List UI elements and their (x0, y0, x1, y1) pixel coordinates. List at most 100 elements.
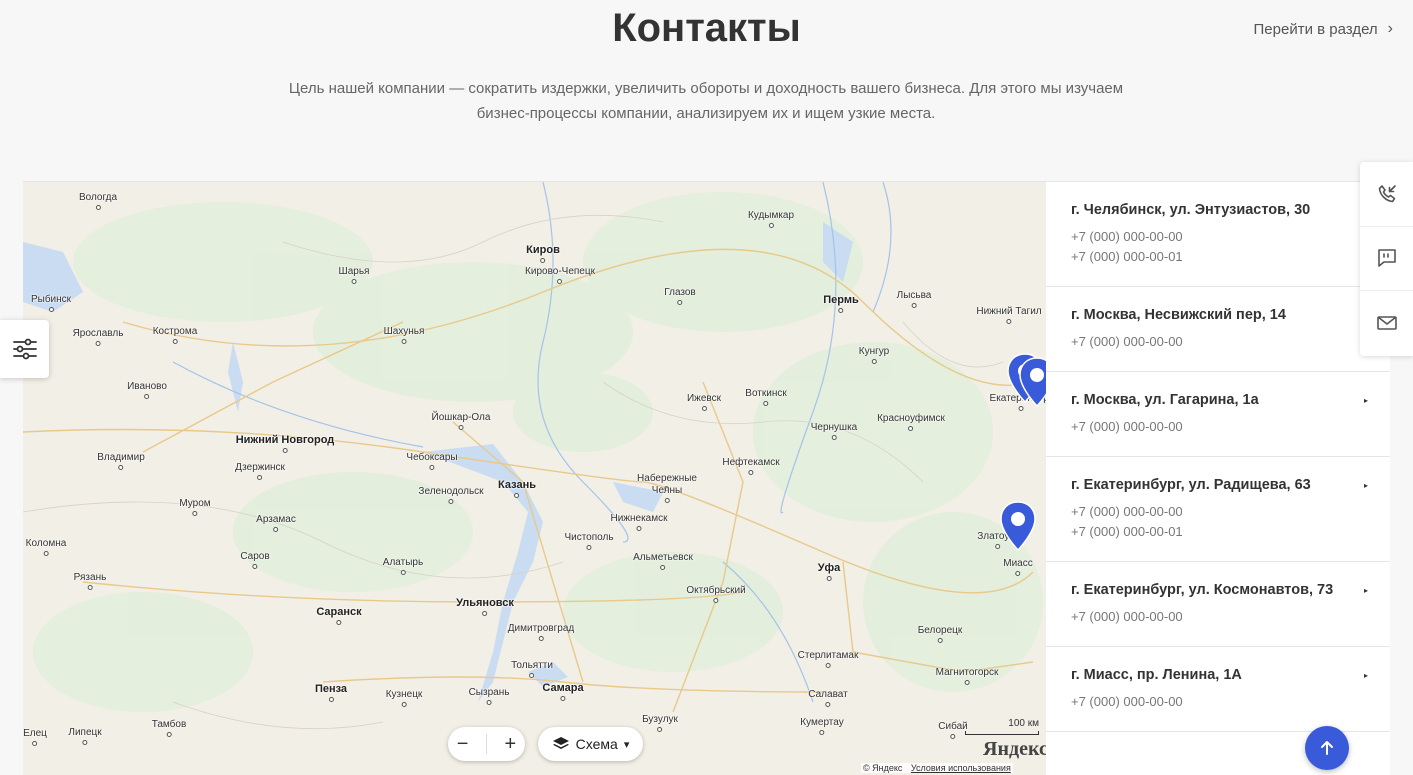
zoom-in-button[interactable]: + (505, 733, 517, 756)
city-dot-icon (95, 341, 101, 346)
city-dot-icon (118, 465, 124, 470)
chat-button[interactable] (1360, 227, 1413, 292)
map-city-label: Димитровград (508, 623, 574, 641)
city-dot-icon (401, 702, 407, 707)
zoom-out-button[interactable]: − (457, 733, 469, 756)
contact-item[interactable]: г. Екатеринбург, ул. Радищева, 63 +7 (000… (1046, 457, 1390, 562)
city-name: Ульяновск (456, 597, 514, 609)
contact-item[interactable]: г. Миасс, пр. Ленина, 1А +7 (000) 000-00-… (1046, 647, 1390, 732)
contact-phone[interactable]: +7 (000) 000-00-00 (1071, 227, 1366, 247)
city-dot-icon (458, 425, 464, 430)
chat-icon (1377, 249, 1396, 268)
map-scale-label: 100 км (1008, 718, 1039, 729)
yandex-logo: Яндекс (983, 738, 1048, 760)
city-dot-icon (400, 570, 406, 575)
city-name: Белорецк (917, 625, 963, 636)
city-dot-icon (166, 732, 172, 737)
city-dot-icon (529, 673, 535, 678)
city-dot-icon (826, 576, 832, 581)
city-name: Муром (179, 498, 211, 509)
contact-phone[interactable]: +7 (000) 000-00-01 (1071, 247, 1366, 267)
map-city-label: Кудымкар (748, 210, 794, 228)
goto-section-link[interactable]: Перейти в раздел › (1254, 20, 1393, 38)
city-dot-icon (560, 696, 566, 701)
city-dot-icon (328, 697, 334, 702)
map-city-label: Йошкар-Ола (431, 412, 491, 430)
contact-phone[interactable]: +7 (000) 000-00-00 (1071, 332, 1366, 352)
terms-link[interactable]: Условия использования (911, 763, 1011, 773)
city-dot-icon (87, 585, 93, 590)
city-dot-icon (82, 740, 88, 745)
city-dot-icon (429, 465, 435, 470)
layers-icon (552, 737, 569, 749)
map-city-label: Кирово-Чепецк (525, 266, 595, 284)
city-name: Глазов (664, 287, 696, 298)
city-name: Саранск (316, 606, 362, 618)
caret-right-icon: ▸ (1363, 671, 1368, 680)
mail-button[interactable] (1360, 291, 1413, 356)
city-dot-icon (964, 680, 970, 685)
map-city-label: Кумертау (800, 717, 844, 735)
city-name: Йошкар-Ола (431, 412, 491, 423)
city-name: Рыбинск (30, 294, 72, 305)
city-dot-icon (351, 279, 357, 284)
page-subtitle: Цель нашей компании — сократить издержки… (206, 76, 1206, 126)
contact-item[interactable]: г. Челябинск, ул. Энтузиастов, 30 +7 (000… (1046, 182, 1390, 287)
map-city-label: Магнитогорск (935, 667, 999, 685)
city-name: Казань (498, 479, 536, 491)
map-city-label: Октябрьский (686, 585, 746, 603)
map-city-label: Ульяновск (456, 597, 514, 616)
map-city-label: Тамбов (151, 719, 187, 737)
callback-button[interactable] (1360, 162, 1413, 227)
city-dot-icon (586, 545, 592, 550)
city-name: Челны (651, 485, 683, 496)
city-dot-icon (701, 406, 707, 411)
map-city-label: Тольятти (511, 660, 553, 678)
map-city-label: Липецк (68, 727, 102, 745)
contact-phone[interactable]: +7 (000) 000-00-00 (1071, 692, 1366, 712)
map-city-label: Нижний Тагил (976, 306, 1042, 324)
city-name: Октябрьский (686, 585, 746, 596)
contact-phone[interactable]: +7 (000) 000-00-00 (1071, 502, 1366, 522)
city-name: Кудымкар (747, 210, 795, 221)
map-city-label: Ярославль (73, 328, 123, 346)
city-name: Тамбов (151, 719, 187, 730)
city-name: Салават (808, 689, 848, 700)
map-copyright: © Яндекс Условия использования (861, 763, 1013, 773)
map-city-label: Кострома (153, 326, 197, 344)
contact-item[interactable]: г. Москва, ул. Гагарина, 1а +7 (000) 000-… (1046, 372, 1390, 457)
city-name: Нефтекамск (722, 457, 780, 468)
city-dot-icon (43, 551, 49, 556)
city-dot-icon (252, 564, 258, 569)
caret-right-icon: ▸ (1363, 396, 1368, 405)
filter-button[interactable] (0, 320, 49, 378)
map-city-label: Кунгур (859, 346, 889, 364)
map-city-label: Шахунья (384, 326, 424, 344)
city-name: Воткинск (745, 388, 787, 399)
city-name: Альметьевск (633, 552, 693, 563)
map-city-label: Чернушка (811, 422, 857, 440)
contact-item[interactable]: г. Екатеринбург, ул. Космонавтов, 73 +7 (… (1046, 562, 1390, 647)
city-dot-icon (538, 636, 544, 641)
map-city-label: Сибай (938, 721, 968, 739)
contact-phone[interactable]: +7 (000) 000-00-00 (1071, 417, 1366, 437)
map-city-label: Муром (179, 498, 211, 516)
contact-phone[interactable]: +7 (000) 000-00-00 (1071, 607, 1366, 627)
phone-callback-icon (1378, 184, 1396, 203)
scroll-top-button[interactable] (1305, 726, 1349, 770)
contact-item[interactable]: г. Москва, Несвижский пер, 14 +7 (000) 00… (1046, 287, 1390, 372)
contact-phone[interactable]: +7 (000) 000-00-01 (1071, 522, 1366, 542)
city-dot-icon (482, 611, 488, 616)
city-dot-icon (636, 526, 642, 531)
goto-section-label: Перейти в раздел (1253, 20, 1378, 38)
city-name: Бузулук (642, 714, 678, 725)
map-city-label: Салават (808, 689, 848, 707)
city-dot-icon (514, 493, 520, 498)
city-name: Сызрань (468, 687, 510, 698)
city-name: Магнитогорск (935, 667, 999, 678)
map-pin-icon[interactable] (998, 500, 1038, 552)
city-name: Рязань (73, 572, 107, 583)
map-layer-button[interactable]: Схема ▾ (538, 727, 643, 761)
subtitle-line: Цель нашей компании — сократить издержки… (288, 80, 1124, 97)
map-city-label: Коломна (26, 538, 66, 556)
